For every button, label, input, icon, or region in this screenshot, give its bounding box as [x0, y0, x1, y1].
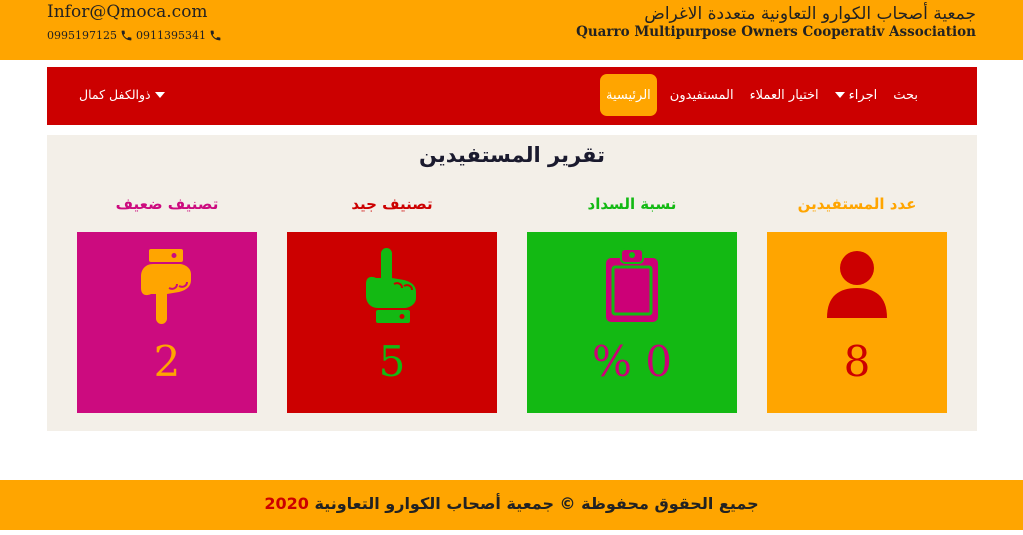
card-good-rating[interactable]: 5: [287, 232, 497, 413]
nav-item-label: اختيار العملاء: [749, 87, 819, 103]
beneficiaries-count-value: 8: [843, 337, 871, 386]
hand-point-up-icon: [366, 248, 416, 323]
nav-item-beneficiaries[interactable]: المستفيدون: [667, 88, 737, 103]
user-icon: [827, 251, 887, 318]
user-menu-dropdown[interactable]: ذوالكفل كمال: [79, 87, 165, 102]
nav-menu: الرئيسية المستفيدون اختيار العملاء اجراء…: [600, 74, 921, 116]
card-label-weak-rating: تصنيف ضعيف: [115, 195, 219, 213]
nav-item-select-clients[interactable]: اختيار العملاء: [747, 88, 822, 103]
repayment-rate-value: % 0: [592, 337, 672, 386]
nav-item-label: بحث: [893, 87, 918, 103]
contact-phones: 0995197125 0911395341: [47, 29, 222, 42]
user-name: ذوالكفل كمال: [79, 87, 151, 102]
nav-item-search[interactable]: بحث: [890, 88, 921, 103]
card-label-good-rating: تصنيف جيد: [351, 195, 433, 213]
hand-point-down-icon: [141, 249, 191, 324]
nav-item-label: الرئيسية: [606, 87, 651, 103]
copyright-text: جميع الحقوق محفوظة © جمعية أصحاب الكوارو…: [314, 494, 759, 513]
org-name-english: Quarro Multipurpose Owners Cooperativ As…: [576, 24, 976, 40]
nav-item-home[interactable]: الرئيسية: [600, 74, 657, 116]
card-repayment-rate[interactable]: % 0: [527, 232, 737, 413]
clipboard-icon: [606, 248, 658, 322]
copyright-year: 2020: [264, 494, 309, 513]
top-bar: Infor@Qmoca.com 0995197125 0911395341 جم…: [0, 0, 1023, 60]
main-navbar: الرئيسية المستفيدون اختيار العملاء اجراء…: [47, 67, 977, 125]
phone-number[interactable]: 0995197125: [47, 29, 117, 42]
report-title: تقرير المستفيدين: [418, 143, 606, 167]
contact-email[interactable]: Infor@Qmoca.com: [47, 2, 208, 22]
phone-number[interactable]: 0911395341: [136, 29, 206, 42]
card-label-repayment-rate: نسبة السداد: [587, 195, 677, 213]
phone-icon: [121, 30, 132, 41]
good-rating-value: 5: [378, 337, 406, 386]
footer: جميع الحقوق محفوظة © جمعية أصحاب الكوارو…: [0, 480, 1023, 530]
nav-item-label: المستفيدون: [669, 87, 734, 103]
weak-rating-value: 2: [153, 337, 181, 386]
footer-copyright: جميع الحقوق محفوظة © جمعية أصحاب الكوارو…: [0, 494, 1023, 513]
nav-item-actions-dropdown[interactable]: اجراء: [832, 88, 881, 103]
card-label-beneficiaries-count: عدد المستفيدين: [797, 195, 917, 213]
phone-icon: [210, 30, 221, 41]
caret-down-icon: [154, 91, 165, 98]
card-beneficiaries-count[interactable]: 8: [767, 232, 947, 413]
caret-down-icon: [834, 92, 845, 98]
report-panel: تقرير المستفيدين عدد المستفيدين نسبة الس…: [47, 135, 977, 431]
org-name-arabic: جمعية أصحاب الكوارو التعاونية متعددة الا…: [644, 4, 976, 24]
card-weak-rating[interactable]: 2: [77, 232, 257, 413]
nav-item-label: اجراء: [848, 87, 878, 103]
